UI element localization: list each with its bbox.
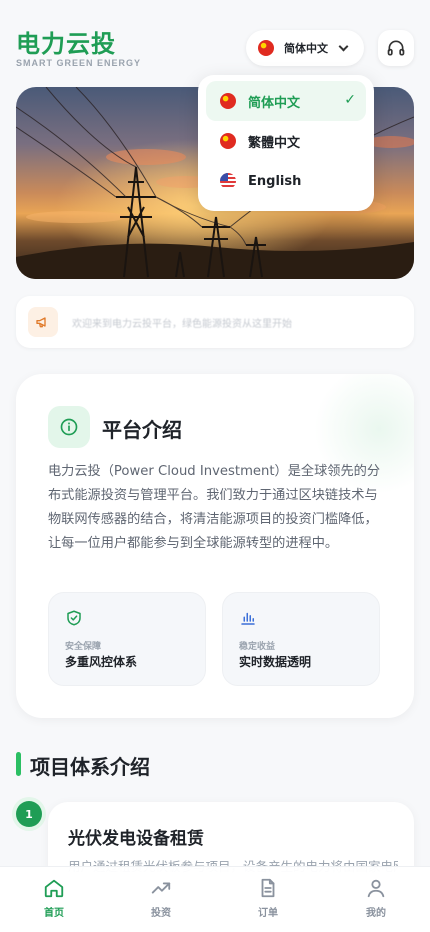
home-icon [44, 879, 64, 898]
platform-icon-box [48, 406, 90, 448]
headset-icon [387, 40, 405, 56]
trending-up-icon [151, 882, 171, 894]
section-accent-bar [16, 752, 21, 776]
nav-label: 订单 [258, 908, 278, 919]
bar-chart-icon [241, 612, 255, 625]
bottom-navigation: 首页 投资 订单 我的 [0, 866, 430, 932]
nav-item-home[interactable]: 首页 [19, 877, 89, 927]
cn-flag-icon [258, 40, 274, 56]
language-selector-label: 简体中文 [284, 42, 328, 55]
customer-support-button[interactable] [378, 30, 414, 66]
platform-description: 电力云投（Power Cloud Investment）是全球领先的分布式能源投… [48, 464, 381, 551]
project-title: 光伏发电设备租赁 [68, 829, 204, 849]
language-option-label: 简体中文 [248, 95, 301, 111]
app-header: 电力云投 SMART GREEN ENERGY 简体中文 [0, 0, 430, 80]
project-step-badge: 1 [16, 801, 42, 827]
language-option-label: 繁體中文 [248, 135, 301, 151]
nav-label: 投资 [151, 908, 171, 919]
user-icon [367, 879, 385, 898]
feature-card-returns: 稳定收益 实时数据透明 [222, 592, 380, 686]
nav-item-orders[interactable]: 订单 [233, 877, 303, 927]
platform-title: 平台介绍 [102, 418, 182, 442]
section-title: 项目体系介绍 [30, 755, 150, 779]
megaphone-icon [36, 317, 46, 328]
shield-check-icon [67, 610, 81, 626]
info-icon [60, 418, 78, 436]
announcement-text: 欢迎来到电力云投平台，绿色能源投资从这里开始 [72, 318, 292, 330]
feature-card-security: 安全保障 多重风控体系 [48, 592, 206, 686]
language-selector-button[interactable]: 简体中文 [246, 30, 364, 66]
language-dropdown-menu: 简体中文 ✓ 繁體中文 English [198, 75, 374, 211]
chevron-down-icon [338, 41, 349, 51]
feature-label: 安全保障 [65, 642, 102, 652]
nav-label: 我的 [366, 908, 386, 919]
nav-item-invest[interactable]: 投资 [126, 877, 196, 927]
language-option-traditional-chinese[interactable]: 繁體中文 [206, 121, 366, 161]
feature-label: 稳定收益 [239, 642, 276, 652]
check-icon: ✓ [344, 92, 356, 108]
nav-label: 首页 [44, 908, 64, 919]
language-option-english[interactable]: English [206, 161, 366, 201]
cn-flag-icon [220, 93, 236, 109]
feature-value: 多重风控体系 [65, 655, 138, 669]
platform-intro-card: 平台介绍 电力云投（Power Cloud Investment）是全球领先的分… [16, 374, 414, 718]
feature-value: 实时数据透明 [239, 655, 312, 669]
us-flag-icon [220, 173, 236, 189]
announcement-bar[interactable]: 欢迎来到电力云投平台，绿色能源投资从这里开始 [16, 296, 414, 348]
nav-item-mine[interactable]: 我的 [341, 877, 411, 927]
brand-subtitle: SMART GREEN ENERGY [16, 58, 142, 68]
language-option-simplified-chinese[interactable]: 简体中文 ✓ [206, 81, 366, 121]
brand-title: 电力云投 [16, 30, 116, 58]
announcement-icon-box [28, 307, 58, 337]
document-icon [261, 878, 275, 898]
language-option-label: English [248, 173, 302, 189]
cn-flag-icon [220, 133, 236, 149]
